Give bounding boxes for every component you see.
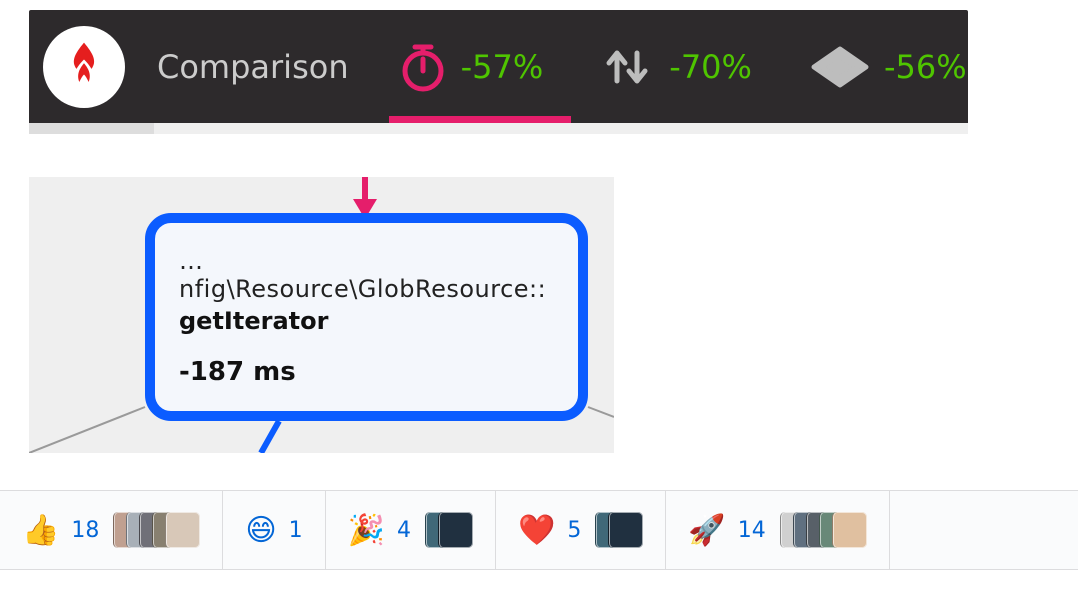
profiler-bar-main: Comparison -57% -70% <box>29 10 968 123</box>
callgraph-node-method: getIterator <box>179 307 558 335</box>
reaction-laugh[interactable]: 😄 1 <box>223 491 325 569</box>
callgraph-node-delta: -187 ms <box>179 357 558 387</box>
avatar <box>608 512 643 548</box>
io-icon <box>601 43 655 91</box>
metric-tab-memory[interactable]: -56% <box>800 10 977 123</box>
reaction-heart[interactable]: ❤️ 5 <box>496 491 666 569</box>
callgraph-node-path: …nfig\Resource\GlobResource:: <box>179 247 558 303</box>
hooray-icon: 🎉 <box>348 513 385 548</box>
callgraph-node[interactable]: …nfig\Resource\GlobResource:: getIterato… <box>145 213 588 421</box>
heart-icon: ❤️ <box>518 513 555 548</box>
callgraph-panel: …nfig\Resource\GlobResource:: getIterato… <box>29 177 614 453</box>
metric-value-io: -70% <box>669 48 752 86</box>
avatar <box>438 512 473 548</box>
reaction-avatars <box>595 512 643 548</box>
reactions-bar: 👍 18 😄 1 🎉 4 ❤️ 5 🚀 14 <box>0 490 1078 570</box>
reaction-count: 4 <box>397 518 411 543</box>
reaction-count: 18 <box>71 518 99 543</box>
reaction-avatars <box>425 512 473 548</box>
reaction-avatars <box>113 512 200 548</box>
reaction-avatars <box>780 512 867 548</box>
stopwatch-icon <box>399 41 447 93</box>
comparison-title: Comparison <box>157 48 349 86</box>
metric-tab-time[interactable]: -57% <box>389 10 554 123</box>
metric-value-memory: -56% <box>884 48 967 86</box>
reaction-count: 5 <box>567 518 581 543</box>
profiler-bar-underline <box>29 123 968 134</box>
reaction-count: 1 <box>289 518 303 543</box>
metric-value-time: -57% <box>461 48 544 86</box>
profiler-comparison-bar: Comparison -57% -70% <box>29 10 968 134</box>
reaction-hooray[interactable]: 🎉 4 <box>326 491 496 569</box>
avatar <box>165 512 200 548</box>
reaction-count: 14 <box>738 518 766 543</box>
metric-tab-io[interactable]: -70% <box>591 10 762 123</box>
rocket-icon: 🚀 <box>688 513 725 548</box>
chip-icon <box>810 45 870 89</box>
laugh-icon: 😄 <box>245 513 276 548</box>
blackfire-logo-icon <box>43 26 125 108</box>
thumbs-up-icon: 👍 <box>22 513 59 548</box>
reaction-thumbs-up[interactable]: 👍 18 <box>0 491 223 569</box>
avatar <box>832 512 867 548</box>
reaction-rocket[interactable]: 🚀 14 <box>666 491 889 569</box>
